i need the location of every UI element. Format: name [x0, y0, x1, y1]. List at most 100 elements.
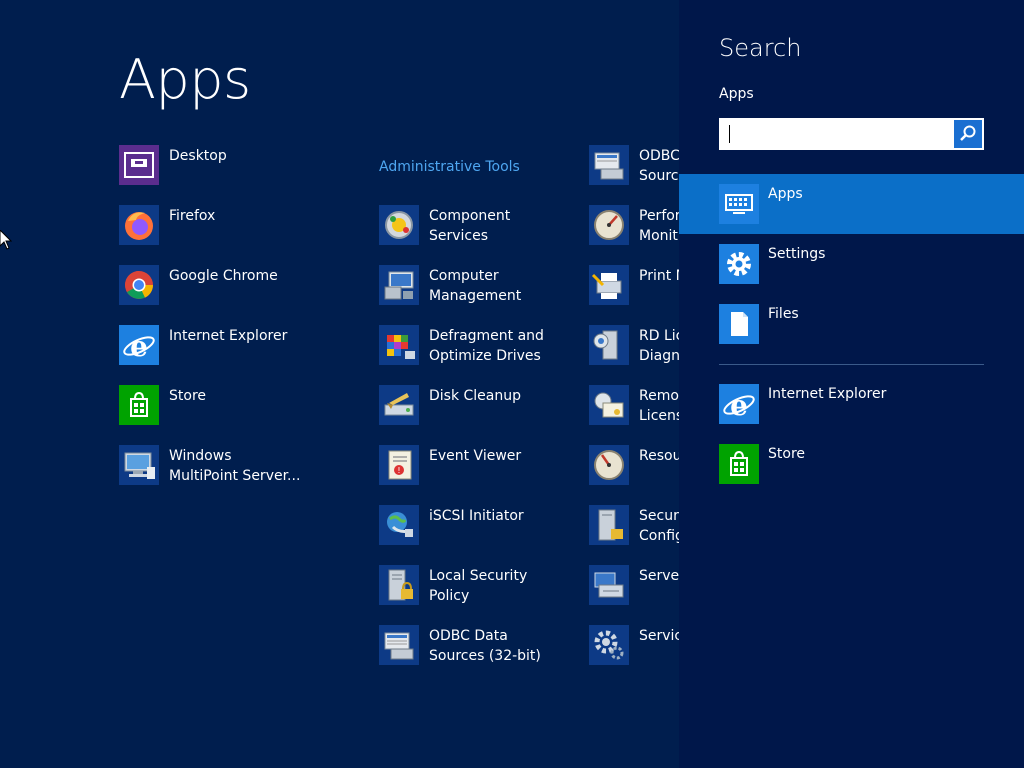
- app-tile-computer-management[interactable]: Computer Management: [379, 263, 579, 323]
- search-result-label: Store: [768, 446, 806, 462]
- search-scope-files[interactable]: Files: [679, 294, 1024, 354]
- app-tile-event-viewer[interactable]: ! Event Viewer: [379, 443, 579, 503]
- app-label: Disk Cleanup: [429, 388, 522, 404]
- search-button[interactable]: [954, 120, 982, 148]
- iscsi-initiator-icon: [379, 505, 419, 545]
- search-input[interactable]: [720, 119, 952, 149]
- app-label: Firefox: [169, 208, 216, 224]
- app-tile-desktop[interactable]: Desktop: [119, 143, 359, 203]
- keyboard-icon: [719, 184, 759, 224]
- gear-icon: [719, 244, 759, 284]
- resource-monitor-icon: [589, 445, 629, 485]
- app-tile-defragment[interactable]: Defragment and Optimize Drives: [379, 323, 579, 383]
- odbc-icon: [379, 625, 419, 665]
- group-header-administrative-tools[interactable]: Administrative Tools: [379, 143, 579, 203]
- svg-text:!: !: [397, 466, 400, 475]
- remote-licensing-icon: [589, 385, 629, 425]
- app-label: Store: [169, 388, 207, 404]
- computer-management-icon: [379, 265, 419, 305]
- search-scope-label: Files: [768, 306, 799, 322]
- app-tile-remote-licensing[interactable]: Remot Licens: [589, 383, 689, 443]
- search-result-label: Internet Explorer: [768, 386, 887, 402]
- search-scope-label: Apps: [719, 86, 754, 102]
- local-security-policy-icon: [379, 565, 419, 605]
- app-label: Print M: [639, 268, 679, 284]
- app-label: Internet Explorer: [169, 328, 288, 344]
- internet-explorer-icon: e: [719, 384, 759, 424]
- search-scope-label: Settings: [768, 246, 826, 262]
- app-label: Defragment and Optimize Drives: [429, 328, 544, 364]
- desktop-icon: [119, 145, 159, 185]
- app-label: Google Chrome: [169, 268, 278, 284]
- apps-column-2: Administrative Tools Component Services …: [379, 143, 579, 683]
- print-management-icon: [589, 265, 629, 305]
- app-label: iSCSI Initiator: [429, 508, 524, 524]
- svg-text:e: e: [730, 389, 748, 422]
- text-caret: [729, 125, 730, 143]
- performance-monitor-icon: [589, 205, 629, 245]
- apps-column-1: Desktop Firefox Google Chrome e Internet…: [119, 143, 359, 503]
- app-label: Perfor Monit: [639, 208, 679, 244]
- app-label: Resou: [639, 448, 679, 464]
- app-label: ODBC Sourc: [639, 148, 679, 184]
- app-label: Desktop: [169, 148, 227, 164]
- app-tile-odbc-32[interactable]: ODBC Data Sources (32-bit): [379, 623, 579, 683]
- app-label: Server: [639, 568, 679, 584]
- server-manager-icon: [589, 565, 629, 605]
- app-tile-component-services[interactable]: Component Services: [379, 203, 579, 263]
- defragment-icon: [379, 325, 419, 365]
- app-label: RD Lic Diagn: [639, 328, 679, 364]
- firefox-icon: [119, 205, 159, 245]
- app-label: Computer Management: [429, 268, 522, 304]
- app-label: Securi Config: [639, 508, 679, 544]
- component-services-icon: [379, 205, 419, 245]
- app-label: ODBC Data Sources (32-bit): [429, 628, 541, 664]
- event-viewer-icon: !: [379, 445, 419, 485]
- app-tile-resource-monitor[interactable]: Resou: [589, 443, 689, 503]
- search-title: Search: [719, 34, 802, 62]
- search-scope-apps[interactable]: Apps: [679, 174, 1024, 234]
- chrome-icon: [119, 265, 159, 305]
- search-scope-settings[interactable]: Settings: [679, 234, 1024, 294]
- store-icon: [719, 444, 759, 484]
- multipoint-server-icon: [119, 445, 159, 485]
- app-tile-print-management[interactable]: Print M: [589, 263, 689, 323]
- rd-licensing-icon: [589, 325, 629, 365]
- file-icon: [719, 304, 759, 344]
- store-icon: [119, 385, 159, 425]
- app-tile-chrome[interactable]: Google Chrome: [119, 263, 359, 323]
- app-tile-store[interactable]: Store: [119, 383, 359, 443]
- search-scope-label: Apps: [768, 186, 803, 202]
- page-title: Apps: [119, 48, 251, 111]
- odbc-icon: [589, 145, 629, 185]
- app-tile-internet-explorer[interactable]: e Internet Explorer: [119, 323, 359, 383]
- app-tile-server-manager[interactable]: Server: [589, 563, 689, 623]
- app-tile-iscsi-initiator[interactable]: iSCSI Initiator: [379, 503, 579, 563]
- group-header-label: Administrative Tools: [379, 159, 520, 175]
- search-result-store[interactable]: Store: [679, 434, 1024, 494]
- app-tile-rd-licensing[interactable]: RD Lic Diagn: [589, 323, 689, 383]
- app-tile-firefox[interactable]: Firefox: [119, 203, 359, 263]
- app-tile-disk-cleanup[interactable]: Disk Cleanup: [379, 383, 579, 443]
- app-label: Local Security Policy: [429, 568, 528, 604]
- security-config-icon: [589, 505, 629, 545]
- app-tile-performance-monitor[interactable]: Perfor Monit: [589, 203, 689, 263]
- app-tile-security-config[interactable]: Securi Config: [589, 503, 689, 563]
- svg-text:e: e: [130, 330, 148, 363]
- app-tile-odbc[interactable]: ODBC Sourc: [589, 143, 689, 203]
- app-tile-services[interactable]: Servic: [589, 623, 689, 683]
- app-label: Windows MultiPoint Server...: [169, 448, 301, 484]
- search-result-internet-explorer[interactable]: e Internet Explorer: [679, 374, 1024, 434]
- search-charm-pane: Search Apps Apps Settings Files e Intern…: [679, 0, 1024, 768]
- app-tile-local-security-policy[interactable]: Local Security Policy: [379, 563, 579, 623]
- apps-column-3: ODBC Sourc Perfor Monit Print M RD Lic D…: [589, 143, 689, 683]
- internet-explorer-icon: e: [119, 325, 159, 365]
- disk-cleanup-icon: [379, 385, 419, 425]
- app-label: Servic: [639, 628, 679, 644]
- app-tile-multipoint-server[interactable]: Windows MultiPoint Server...: [119, 443, 359, 503]
- search-box: [719, 118, 984, 150]
- app-label: Remot Licens: [639, 388, 679, 424]
- app-label: Component Services: [429, 208, 511, 244]
- app-label: Event Viewer: [429, 448, 522, 464]
- gear-icon: [589, 625, 629, 665]
